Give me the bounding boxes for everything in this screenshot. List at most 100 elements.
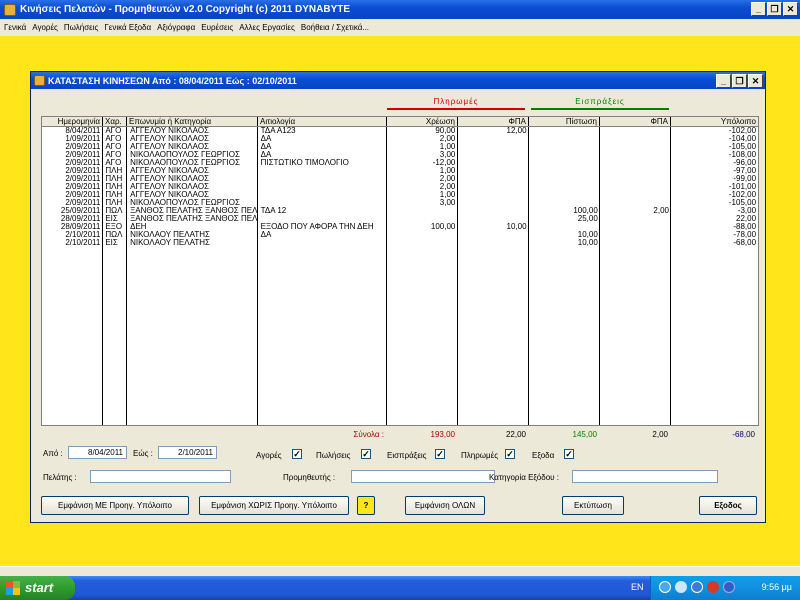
cell-credit: [530, 167, 600, 175]
cell-name: ΑΓΓΕΛΟΥ ΝΙΚΟΛΑΟΣ: [130, 175, 209, 183]
table-body: 8/04/2011 ΑΓΟ ΑΓΓΕΛΟΥ ΝΙΚΟΛΑΟΣ ΤΔΑ Α123 90,0…: [42, 127, 758, 425]
window-controls: _ ❐ ✕: [716, 74, 763, 88]
expenses-check-label: Εξοδα: [532, 451, 555, 460]
cell-credit: 25,00: [577, 215, 598, 223]
menu-item-sales[interactable]: Πωλήσεις: [64, 23, 98, 32]
start-button[interactable]: start: [0, 576, 75, 600]
cell-date: 25/09/2011: [60, 207, 101, 215]
volume-icon[interactable]: [691, 581, 703, 593]
cell-date: 2/10/2011: [65, 231, 101, 239]
help-button[interactable]: ?: [357, 496, 375, 515]
window-close-button[interactable]: ✕: [748, 74, 763, 88]
payments-checkbox[interactable]: ✓: [505, 449, 515, 459]
cell-balance: -108,00: [728, 151, 757, 159]
table-row[interactable]: 2/10/2011 ΕΙΣ ΝΙΚΟΛΑΟΥ ΠΕΛΑΤΗΣ 10,00 -68,00: [42, 239, 758, 247]
language-indicator[interactable]: EN: [631, 582, 644, 592]
cell-type: ΑΓΟ: [105, 127, 122, 135]
table-row[interactable]: 2/09/2011 ΑΓΟ ΝΙΚΟΛΑΟΠΟΥΛΟΣ ΓΕΩΡΓΙΟΣ ΔΑ 3,00…: [42, 151, 758, 159]
app-titlebar: Κινήσεις Πελατών - Προμηθευτών v2.0 Copy…: [0, 0, 800, 19]
table-row[interactable]: 25/09/2011 ΠΩΛ ΞΑΝΘΟΣ ΠΕΛΑΤΗΣ ΞΑΝΘΟΣ ΠΕΛΑ Τ…: [42, 207, 758, 215]
supplier-field[interactable]: [351, 470, 495, 483]
total-vat-credit: 2,00: [652, 430, 668, 439]
exit-button[interactable]: Εξοδος: [699, 496, 757, 515]
cell-credit: 100,00: [573, 207, 598, 215]
expense-category-field[interactable]: [572, 470, 718, 483]
movements-window: ΚΑΤΑΣΤΑΣΗ ΚΙΝΗΣΕΩΝ Από : 08/04/2011 Εώς …: [30, 71, 766, 523]
receipts-checkbox[interactable]: ✓: [435, 449, 445, 459]
cell-credit: [530, 191, 600, 199]
antivirus-icon[interactable]: [707, 581, 719, 593]
menu-item-other-tasks[interactable]: Αλλες Εργασίες: [239, 23, 295, 32]
table-row[interactable]: 28/09/2011 ΕΙΣ ΞΑΝΘΟΣ ΠΕΛΑΤΗΣ ΞΑΝΘΟΣ ΠΕΛΑ 2…: [42, 215, 758, 223]
cell-balance: -102,00: [728, 127, 757, 135]
table-row[interactable]: 2/10/2011 ΠΩΛ ΝΙΚΟΛΑΟΥ ΠΕΛΑΤΗΣ ΔΑ 10,00 -78,0…: [42, 231, 758, 239]
cell-name: ΝΙΚΟΛΑΟΥ ΠΕΛΑΤΗΣ: [130, 231, 210, 239]
col-header-name[interactable]: Επωνυμία ή Κατηγορία: [127, 117, 258, 126]
to-date-field[interactable]: 2/10/2011: [158, 446, 217, 459]
window-maximize-button[interactable]: ❐: [732, 74, 747, 88]
menu-item-securities[interactable]: Αξιόγραφα: [157, 23, 195, 32]
menu-item-searches[interactable]: Ευρέσεις: [201, 23, 233, 32]
cell-date: 2/10/2011: [65, 239, 101, 247]
table-row[interactable]: 2/09/2011 ΠΛΗ ΑΓΓΕΛΟΥ ΝΙΚΟΛΑΟΣ 2,00 -101,00: [42, 183, 758, 191]
table-row[interactable]: 2/09/2011 ΠΛΗ ΝΙΚΟΛΑΟΠΟΥΛΟΣ ΓΕΩΡΓΙΟΣ 3,00 -1…: [42, 199, 758, 207]
table-row[interactable]: 2/09/2011 ΑΓΟ ΑΓΓΕΛΟΥ ΝΙΚΟΛΑΟΣ ΔΑ 1,00 -105,0…: [42, 143, 758, 151]
cell-type: ΠΛΗ: [105, 199, 123, 207]
col-header-charge[interactable]: Χρέωση: [387, 117, 458, 126]
menu-item-help-about[interactable]: Βοήθεια / Σχετικά...: [301, 23, 369, 32]
cell-date: 2/09/2011: [65, 143, 101, 151]
show-without-prev-balance-button[interactable]: Εμφάνιση ΧΩΡΙΣ Προηγ. Υπόλοιπο: [199, 496, 349, 515]
col-header-type[interactable]: Χαρ.: [103, 117, 127, 126]
network-icon[interactable]: [659, 581, 671, 593]
col-header-date[interactable]: Ημερομηνία: [42, 117, 103, 126]
print-button[interactable]: Εκτύπωση: [562, 496, 624, 515]
minimize-button[interactable]: _: [751, 2, 766, 16]
table-row[interactable]: 2/09/2011 ΠΛΗ ΑΓΓΕΛΟΥ ΝΙΚΟΛΑΟΣ 1,00 -102,00: [42, 191, 758, 199]
col-header-credit[interactable]: Πίστωση: [529, 117, 600, 126]
table-row[interactable]: 2/09/2011 ΠΛΗ ΑΓΓΕΛΟΥ ΝΙΚΟΛΑΟΣ 1,00 -97,00: [42, 167, 758, 175]
cell-reason: [259, 215, 387, 223]
cell-charge: 90,00: [435, 127, 456, 135]
cell-reason: ΤΔΑ 12: [260, 207, 287, 215]
col-header-vat-charge[interactable]: ΦΠΑ: [458, 117, 529, 126]
cell-type: ΑΓΟ: [105, 159, 122, 167]
cell-charge: 1,00: [439, 167, 456, 175]
receipts-check-label: Εισπράξεις: [387, 451, 427, 460]
menu-item-general[interactable]: Γενικά: [4, 23, 26, 32]
col-header-balance[interactable]: Υπόλοιπο: [671, 117, 758, 126]
sales-checkbox[interactable]: ✓: [361, 449, 371, 459]
close-button[interactable]: ✕: [783, 2, 798, 16]
col-header-vat-credit[interactable]: ΦΠΑ: [600, 117, 671, 126]
show-with-prev-balance-button[interactable]: Εμφάνιση ΜΕ Προηγ. Υπόλοιπο: [41, 496, 189, 515]
col-header-reason[interactable]: Αιτιολογία: [258, 117, 387, 126]
cell-vat-charge: [458, 231, 528, 239]
movements-table[interactable]: Ημερομηνία Χαρ. Επωνυμία ή Κατηγορία Αιτ…: [41, 116, 759, 426]
table-row[interactable]: 8/04/2011 ΑΓΟ ΑΓΓΕΛΟΥ ΝΙΚΟΛΑΟΣ ΤΔΑ Α123 90,0…: [42, 127, 758, 135]
from-date-field[interactable]: 8/04/2011: [68, 446, 127, 459]
menu-item-general-expenses[interactable]: Γενικά Εξοδα: [104, 23, 151, 32]
table-row[interactable]: 2/09/2011 ΠΛΗ ΑΓΓΕΛΟΥ ΝΙΚΟΛΑΟΣ 2,00 -99,00: [42, 175, 758, 183]
payments-check-label: Πληρωμές: [461, 451, 499, 460]
show-all-button[interactable]: Εμφάνιση ΟΛΩΝ: [405, 496, 485, 515]
table-row[interactable]: 2/09/2011 ΑΓΟ ΝΙΚΟΛΑΟΠΟΥΛΟΣ ΓΕΩΡΓΙΟΣ ΠΙΣΤΩΤ…: [42, 159, 758, 167]
cell-vat-charge: [458, 175, 528, 183]
table-row[interactable]: 28/09/2011 ΕΞΟ ΔΕΗ ΕΞΟΔΟ ΠΟΥ ΑΦΟΡΑ ΤΗΝ ΔΕΗ 1…: [42, 223, 758, 231]
cell-charge: 2,00: [439, 135, 456, 143]
cell-vat-charge: [458, 151, 528, 159]
cell-credit: [530, 135, 600, 143]
window-minimize-button[interactable]: _: [716, 74, 731, 88]
expense-category-label: Κατηγορία Εξόδου :: [489, 473, 559, 482]
cell-date: 2/09/2011: [65, 191, 101, 199]
expenses-checkbox[interactable]: ✓: [564, 449, 574, 459]
update-icon[interactable]: [723, 581, 735, 593]
restore-button[interactable]: ❐: [767, 2, 782, 16]
table-row[interactable]: 1/09/2011 ΑΓΟ ΑΓΓΕΛΟΥ ΝΙΚΟΛΑΟΣ ΔΑ 2,00 -104,0…: [42, 135, 758, 143]
total-balance: -68,00: [732, 430, 755, 439]
bluetooth-icon[interactable]: [675, 581, 687, 593]
purchases-checkbox[interactable]: ✓: [292, 449, 302, 459]
menu-item-purchases[interactable]: Αγορές: [32, 23, 58, 32]
customer-field[interactable]: [90, 470, 231, 483]
cell-charge: 2,00: [439, 175, 456, 183]
cell-name: ΝΙΚΟΛΑΟΥ ΠΕΛΑΤΗΣ: [130, 239, 210, 247]
cell-reason: ΠΙΣΤΩΤΙΚΟ ΤΙΜΟΛΟΓΙΟ: [260, 159, 349, 167]
